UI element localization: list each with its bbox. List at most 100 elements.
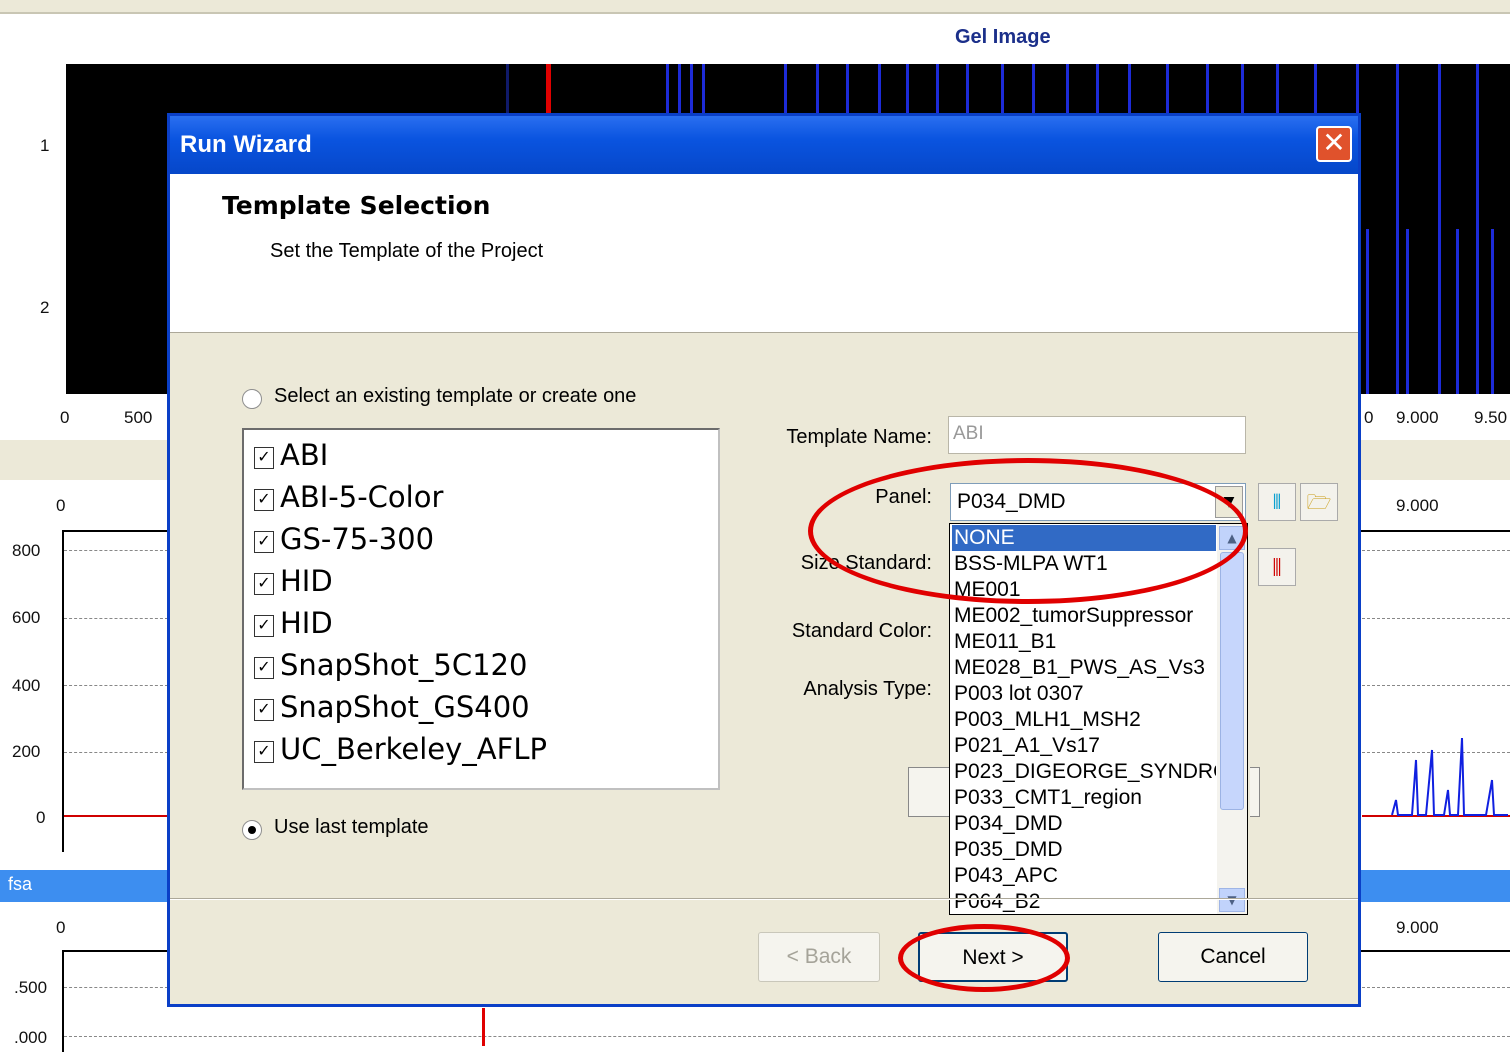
panel-option[interactable]: P003 lot 0307 <box>954 681 1216 707</box>
gridline <box>1362 550 1510 551</box>
dialog-title: Run Wizard <box>180 131 312 158</box>
template-name-field[interactable]: ABI <box>948 416 1246 454</box>
analysis-type-label: Analysis Type: <box>803 678 932 700</box>
dialog-titlebar[interactable]: Run Wizard ✕ <box>170 116 1358 174</box>
top-strip <box>0 0 1510 14</box>
gel-row-label: 1 <box>40 136 50 155</box>
wizard-header: Template Selection Set the Template of t… <box>170 174 1358 333</box>
plot-y-tick: .000 <box>14 1028 48 1047</box>
template-name: UC_Berkeley_AFLP <box>280 732 547 766</box>
panel-manager-button[interactable]: ⫴ <box>1258 483 1296 521</box>
gel-x-tick: 9.50 <box>1474 408 1508 427</box>
list-item[interactable]: ✓ ABI-5-Color <box>254 480 443 522</box>
footer-separator <box>170 898 1358 900</box>
scrollbar-thumb[interactable] <box>1220 552 1244 810</box>
dropdown-scrollbar[interactable]: ▲ ▼ <box>1217 524 1247 914</box>
panel-option[interactable]: P035_DMD <box>954 837 1216 863</box>
checkbox-icon: ✓ <box>254 531 274 553</box>
list-item[interactable]: ✓ HID <box>254 564 333 606</box>
close-button[interactable]: ✕ <box>1316 126 1352 162</box>
panel-option[interactable]: P021_A1_Vs17 <box>954 733 1216 759</box>
list-item[interactable]: ✓ SnapShot_5C120 <box>254 648 527 690</box>
panel-option[interactable]: P023_DIGEORGE_SYNDROME <box>954 759 1216 785</box>
bars-icon: ⫴ <box>1272 490 1282 514</box>
cancel-button[interactable]: Cancel <box>1158 932 1308 982</box>
gel-x-tick: 0 <box>1364 408 1374 427</box>
panel-option[interactable]: ME028_B1_PWS_AS_Vs3 <box>954 655 1216 681</box>
scroll-down-icon[interactable]: ▼ <box>1219 888 1245 912</box>
list-item[interactable]: ✓ GS-75-300 <box>254 522 434 564</box>
gel-x-tick: 500 <box>124 408 153 427</box>
gel-row-label: 2 <box>40 298 50 317</box>
plot-x-tick: 9.000 <box>1396 496 1439 515</box>
gel-band <box>1456 229 1459 394</box>
step-title: Template Selection <box>222 191 491 220</box>
checkbox-icon: ✓ <box>254 615 274 637</box>
checkbox-icon: ✓ <box>254 573 274 595</box>
plot-y-tick: 0 <box>36 808 46 827</box>
select-existing-radio[interactable] <box>242 389 262 409</box>
trace-peaks <box>1362 737 1510 817</box>
checkbox-icon: ✓ <box>254 489 274 511</box>
list-item[interactable]: ✓ SnapShot_GS400 <box>254 690 530 732</box>
select-existing-label[interactable]: Select an existing template or create on… <box>274 385 636 408</box>
gel-image-title: Gel Image <box>955 26 1051 48</box>
template-name: HID <box>280 564 333 598</box>
open-folder-button[interactable]: 🗁 <box>1300 483 1338 521</box>
plot-y-tick: 800 <box>12 541 41 560</box>
panel-option[interactable]: ME002_tumorSuppressor <box>954 603 1216 629</box>
gel-band <box>1406 229 1409 394</box>
gel-x-tick: 0 <box>60 408 70 427</box>
use-last-template-label[interactable]: Use last template <box>274 816 429 839</box>
gridline <box>64 1036 1510 1037</box>
template-name: HID <box>280 606 333 640</box>
plot-y-tick: 600 <box>12 608 41 627</box>
size-standard-button[interactable]: ⫼ <box>1258 548 1296 586</box>
plot-x-tick: 0 <box>56 496 66 515</box>
plot-y-tick: 200 <box>12 742 41 761</box>
checkbox-icon: ✓ <box>254 699 274 721</box>
trace-baseline <box>64 815 168 817</box>
gridline <box>64 685 168 686</box>
panel-option[interactable]: P034_DMD <box>954 811 1216 837</box>
panel-option[interactable]: ME011_B1 <box>954 629 1216 655</box>
step-subtitle: Set the Template of the Project <box>270 240 544 262</box>
partially-hidden-button-edge <box>1250 767 1260 817</box>
gridline <box>64 752 168 753</box>
panel-option[interactable]: P003_MLH1_MSH2 <box>954 707 1216 733</box>
folder-open-icon: 🗁 <box>1306 490 1332 514</box>
list-item[interactable]: ✓ ABI <box>254 438 328 480</box>
panel-option[interactable]: P064_B2 <box>954 889 1216 914</box>
gel-band <box>1476 64 1479 394</box>
next-highlight-ring <box>898 924 1070 992</box>
panel-option[interactable]: P043_APC <box>954 863 1216 889</box>
template-name: ABI-5-Color <box>280 480 444 514</box>
gridline <box>64 618 168 619</box>
plot-x-tick: 9.000 <box>1396 918 1439 937</box>
list-item[interactable]: ✓ UC_Berkeley_AFLP <box>254 732 547 774</box>
plot-x-tick: 0 <box>56 918 66 937</box>
sample-name-label: fsa <box>8 874 33 894</box>
use-last-template-radio[interactable] <box>242 820 262 840</box>
list-item[interactable]: ✓ HID <box>254 606 333 648</box>
gridline <box>1362 987 1510 988</box>
template-name: ABI <box>280 438 329 472</box>
gel-x-tick: 9.000 <box>1396 408 1439 427</box>
gel-band <box>1366 229 1369 394</box>
plot-y-tick: 400 <box>12 676 41 695</box>
gridline <box>64 550 168 551</box>
template-name: SnapShot_GS400 <box>280 690 530 724</box>
gel-band <box>1491 229 1494 394</box>
panel-highlight-ring <box>808 458 1248 604</box>
gel-band <box>1396 64 1399 394</box>
checkbox-icon: ✓ <box>254 657 274 679</box>
standard-color-label: Standard Color: <box>791 620 932 642</box>
template-name: GS-75-300 <box>280 522 435 556</box>
template-list[interactable]: ✓ ABI ✓ ABI-5-Color ✓ GS-75-300 ✓ HID ✓ HID ✓… <box>242 428 720 790</box>
gel-band <box>1438 64 1441 394</box>
template-name-label: Template Name: <box>786 426 932 448</box>
checkbox-icon: ✓ <box>254 447 274 469</box>
back-button[interactable]: < Back <box>758 932 880 982</box>
checkbox-icon: ✓ <box>254 741 274 763</box>
panel-option[interactable]: P033_CMT1_region <box>954 785 1216 811</box>
